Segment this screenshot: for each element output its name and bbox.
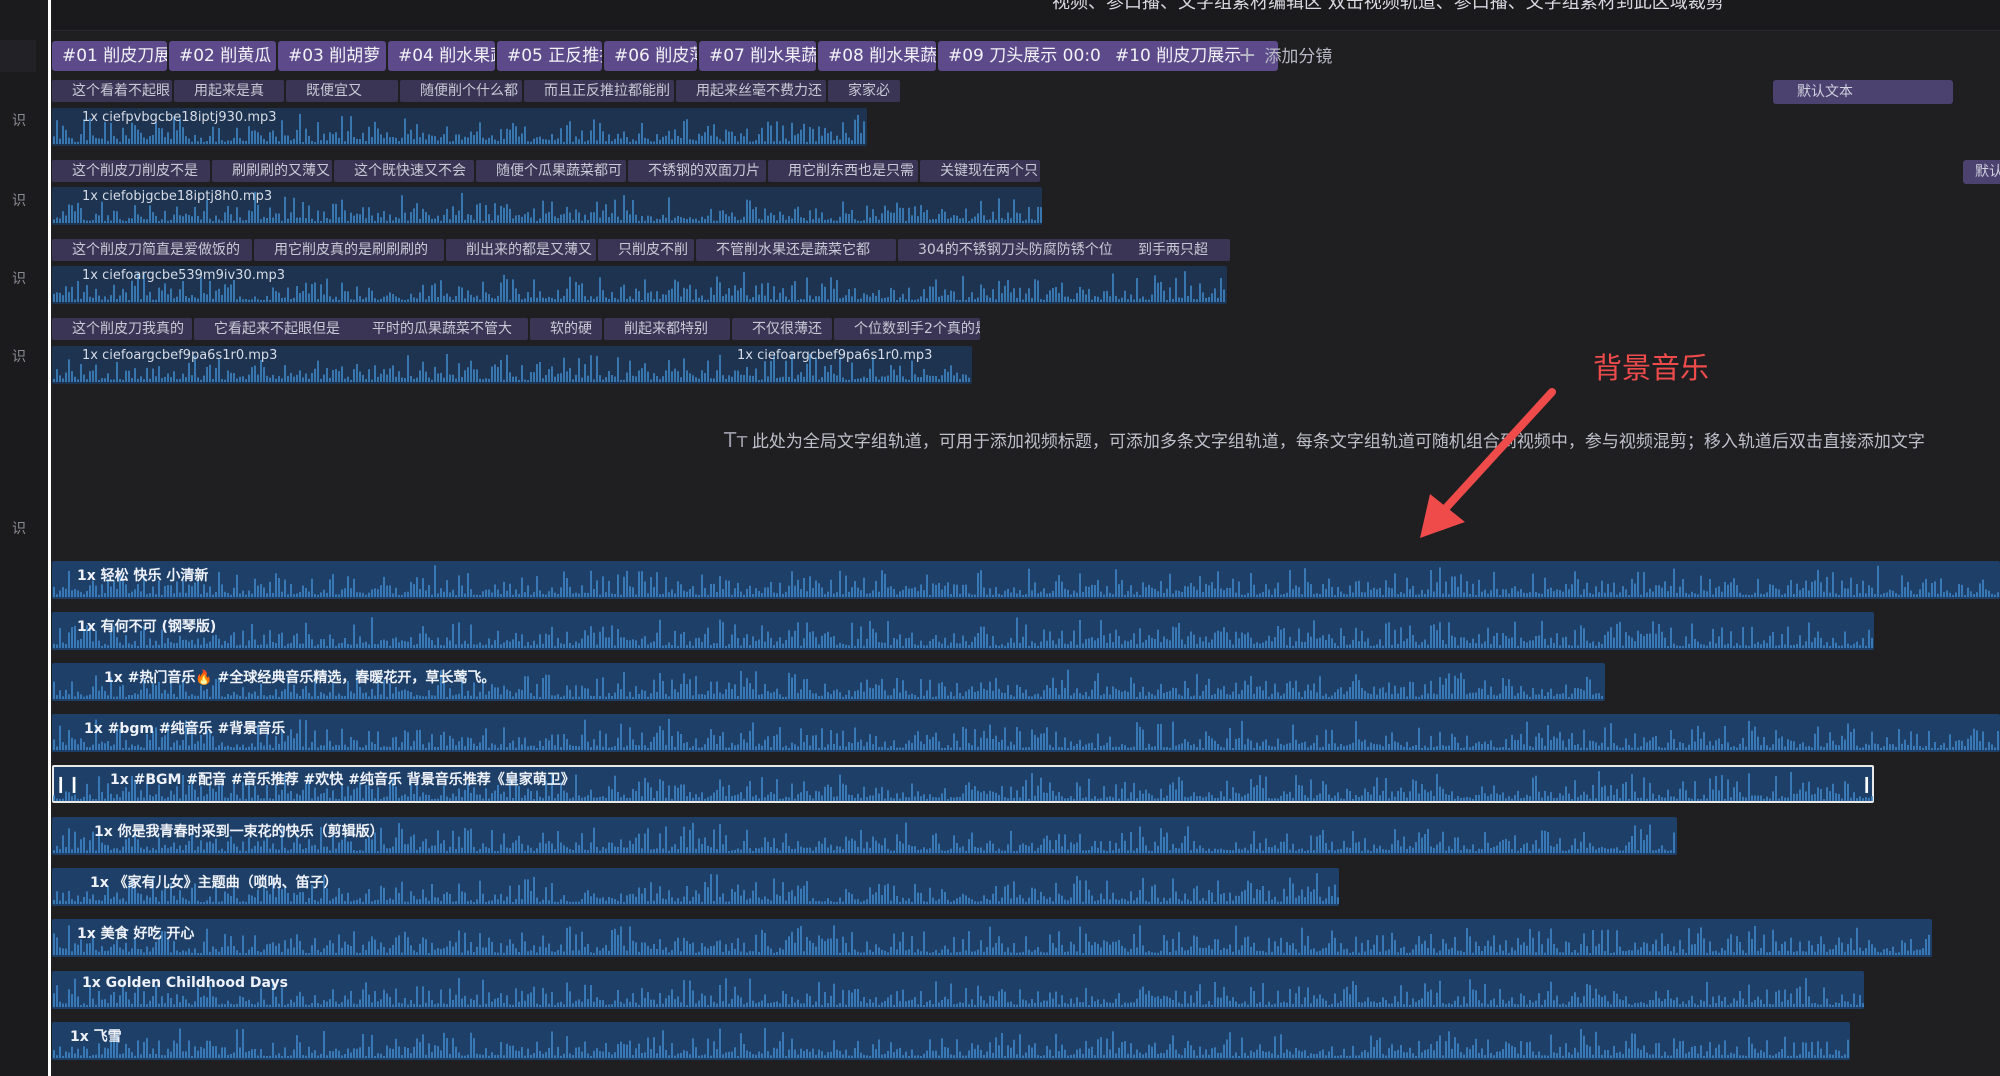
- bgm-clip[interactable]: 1x 飞雪: [52, 1022, 1850, 1060]
- bgm-label: 1x 飞雪: [70, 1029, 122, 1045]
- rail-label: 识: [12, 193, 26, 209]
- bgm-clip-selected[interactable]: ❙❙ 1x #BGM #配音 #音乐推荐 #欢快 #纯音乐 背景音乐推荐《皇家萌…: [52, 765, 1874, 803]
- text-icon: Tт: [724, 428, 748, 452]
- voiceover-label: 1x ciefobjgcbe18iptj8h0.mp3: [82, 189, 273, 204]
- default-text-clip[interactable]: 默认文本: [1773, 80, 1953, 104]
- subtitle-clip[interactable]: 这个削皮刀我真的: [52, 318, 192, 340]
- playhead[interactable]: [48, 0, 51, 1076]
- scene-tab[interactable]: #03 削胡萝卜: [278, 41, 386, 71]
- bgm-label: 1x 有何不可 (钢琴版): [77, 619, 217, 635]
- bgm-clip[interactable]: 1x 你是我青春时采到一束花的快乐（剪辑版）: [52, 817, 1677, 855]
- rail-label: 识: [12, 349, 26, 365]
- bgm-clip[interactable]: 1x 有何不可 (钢琴版): [52, 612, 1874, 650]
- subtitle-clip[interactable]: 随便削个什么都: [400, 80, 522, 102]
- waveform: [53, 565, 1999, 597]
- scene-tab[interactable]: #05 正反推拉: [497, 41, 602, 71]
- voiceover-label: 1x ciefoargcbef9pa6s1r0.mp3: [737, 348, 933, 363]
- voiceover-clip[interactable]: 1x ciefobjgcbe18iptj8h0.mp3: [52, 187, 1042, 225]
- bgm-clip[interactable]: 1x #热门音乐🔥 #全球经典音乐精选，春暖花开，草长莺飞。: [52, 663, 1605, 701]
- voiceover-label: 1x ciefoargcbef9pa6s1r0.mp3: [82, 348, 278, 363]
- subtitle-clip[interactable]: 不管削水果还是蔬菜它都: [696, 239, 896, 261]
- bgm-clip[interactable]: 1x 美食 好吃 开心: [52, 919, 1932, 957]
- voiceover-clip[interactable]: 1x ciefoargcbef9pa6s1r0.mp3 1x ciefoargc…: [52, 346, 972, 384]
- bgm-clip[interactable]: 1x 轻松 快乐 小清新: [52, 561, 2000, 599]
- subtitle-clip[interactable]: 既便宜又: [286, 80, 398, 102]
- subtitle-clip[interactable]: 削起来都特别: [604, 318, 730, 340]
- bgm-label: 1x Golden Childhood Days: [82, 975, 288, 991]
- global-text-hint-text: 此处为全局文字组轨道，可用于添加视频标题，可添加多条文字组轨道，每条文字组轨道可…: [751, 432, 1925, 452]
- trim-handle-left-icon[interactable]: ❙❙: [54, 773, 81, 795]
- subtitle-clip[interactable]: 个位数到手2个真的是: [834, 318, 980, 340]
- editor-topbar: 视频、参口播、文字组素材编辑区 双击视频轨道、参口播、文字组素材到此区域裁剪: [52, 0, 2000, 31]
- bgm-label: 1x #热门音乐🔥 #全球经典音乐精选，春暖花开，草长莺飞。: [104, 670, 496, 686]
- scene-tab[interactable]: #07 削水果蔬: [699, 41, 816, 71]
- bgm-label: 1x 你是我青春时采到一束花的快乐（剪辑版）: [94, 824, 384, 840]
- bgm-label: 1x 美食 好吃 开心: [77, 926, 195, 942]
- waveform: [53, 718, 1999, 750]
- subtitle-clip[interactable]: 不仅很薄还: [732, 318, 832, 340]
- bgm-clip[interactable]: 1x #bgm #纯音乐 #背景音乐: [52, 714, 2000, 752]
- default-text-clip[interactable]: 默认文本: [1963, 160, 2000, 184]
- subtitle-row: 这个看着不起眼 用起来是真 既便宜又 随便削个什么都 而且正反推拉都能削 用起来…: [52, 80, 900, 102]
- rail-label: 识: [12, 271, 26, 287]
- add-scene-label: 添加分镜: [1264, 47, 1333, 67]
- waveform: [53, 617, 1873, 648]
- scene-tab[interactable]: #08 削水果蔬: [818, 41, 936, 71]
- waveform: [53, 1027, 1849, 1058]
- annotation-label: 背景音乐: [1593, 351, 1710, 385]
- subtitle-clip[interactable]: 削出来的都是又薄又: [446, 239, 596, 261]
- global-text-track-hint[interactable]: Tт 此处为全局文字组轨道，可用于添加视频标题，可添加多条文字组轨道，每条文字组轨…: [724, 427, 1925, 452]
- rail-label: 识: [12, 521, 26, 537]
- subtitle-clip[interactable]: 软的硬: [530, 318, 602, 340]
- subtitle-clip[interactable]: 这个既快速又不会: [334, 160, 474, 182]
- subtitle-clip[interactable]: 平时的瓜果蔬菜不管大: [352, 318, 528, 340]
- subtitle-clip[interactable]: 这个看着不起眼: [52, 80, 172, 102]
- subtitle-clip[interactable]: 到手两只超: [1118, 239, 1230, 261]
- waveform: [53, 978, 1864, 1007]
- subtitle-clip[interactable]: 刷刷刷的又薄又: [212, 160, 332, 182]
- trim-handle-right-icon[interactable]: ❙❙: [1860, 773, 1874, 795]
- subtitle-clip[interactable]: 用它削东西也是只需: [768, 160, 918, 182]
- bgm-clip[interactable]: 1x 《家有儿女》主题曲（唢呐、笛子）: [52, 868, 1339, 906]
- voiceover-label: 1x ciefoargcbe539m9iv30.mp3: [82, 268, 286, 283]
- subtitle-clip[interactable]: 只削皮不削: [598, 239, 694, 261]
- scene-tab[interactable]: #02 削黄瓜: [169, 41, 276, 71]
- subtitle-clip[interactable]: 不锈钢的双面刀片: [628, 160, 766, 182]
- subtitle-row: 这个削皮刀简直是爱做饭的 用它削皮真的是刷刷刷的 削出来的都是又薄又 只削皮不削…: [52, 239, 1232, 261]
- bgm-label: 1x #bgm #纯音乐 #背景音乐: [84, 721, 286, 737]
- editor-instruction: 视频、参口播、文字组素材编辑区 双击视频轨道、参口播、文字组素材到此区域裁剪: [1052, 0, 1724, 13]
- scene-tab[interactable]: #01 削皮刀展: [52, 41, 167, 71]
- subtitle-clip[interactable]: 这个削皮刀简直是爱做饭的: [52, 239, 252, 261]
- add-scene-button[interactable]: + 添加分镜: [1238, 41, 1332, 71]
- subtitle-row: 这个削皮刀削皮不是 刷刷刷的又薄又 这个既快速又不会 随便个瓜果蔬菜都可 不锈钢…: [52, 160, 1052, 182]
- subtitle-clip[interactable]: 用它削皮真的是刷刷刷的: [254, 239, 444, 261]
- rail-label: 识: [12, 113, 26, 129]
- bgm-clip[interactable]: 1x Golden Childhood Days: [52, 971, 1864, 1009]
- scene-tab[interactable]: #06 削皮薄: [604, 41, 697, 71]
- plus-icon: +: [1238, 43, 1257, 68]
- voiceover-label: 1x ciefpvbgcbe18iptj930.mp3: [82, 110, 277, 125]
- subtitle-row: 这个削皮刀我真的 它看起来不起眼但是 平时的瓜果蔬菜不管大 软的硬 削起来都特别…: [52, 318, 982, 340]
- subtitle-clip[interactable]: 而且正反推拉都能削: [524, 80, 674, 102]
- voiceover-clip[interactable]: 1x ciefpvbgcbe18iptj930.mp3: [52, 108, 867, 146]
- subtitle-clip[interactable]: 用起来是真: [174, 80, 284, 102]
- subtitle-clip[interactable]: 这个削皮刀削皮不是: [52, 160, 210, 182]
- bgm-label: 1x #BGM #配音 #音乐推荐 #欢快 #纯音乐 背景音乐推荐《皇家萌卫》: [110, 772, 575, 788]
- subtitle-clip[interactable]: 关键现在两个只: [920, 160, 1040, 182]
- scene-tabs: #01 削皮刀展 #02 削黄瓜 #03 削胡萝卜 #04 削水果蔬 #05 正…: [52, 41, 2000, 73]
- subtitle-clip[interactable]: 用起来丝毫不费力还: [676, 80, 826, 102]
- rail-cell: [0, 40, 36, 72]
- left-rail: 识 识 识 识 识: [0, 0, 50, 1076]
- bgm-label: 1x 《家有儿女》主题曲（唢呐、笛子）: [90, 875, 338, 891]
- subtitle-clip[interactable]: 家家必: [828, 80, 900, 102]
- bgm-label: 1x 轻松 快乐 小清新: [77, 568, 209, 584]
- scene-tab[interactable]: #04 削水果蔬: [388, 41, 495, 71]
- subtitle-clip[interactable]: 随便个瓜果蔬菜都可: [476, 160, 626, 182]
- voiceover-clip[interactable]: 1x ciefoargcbe539m9iv30.mp3: [52, 266, 1227, 304]
- waveform: [53, 925, 1930, 955]
